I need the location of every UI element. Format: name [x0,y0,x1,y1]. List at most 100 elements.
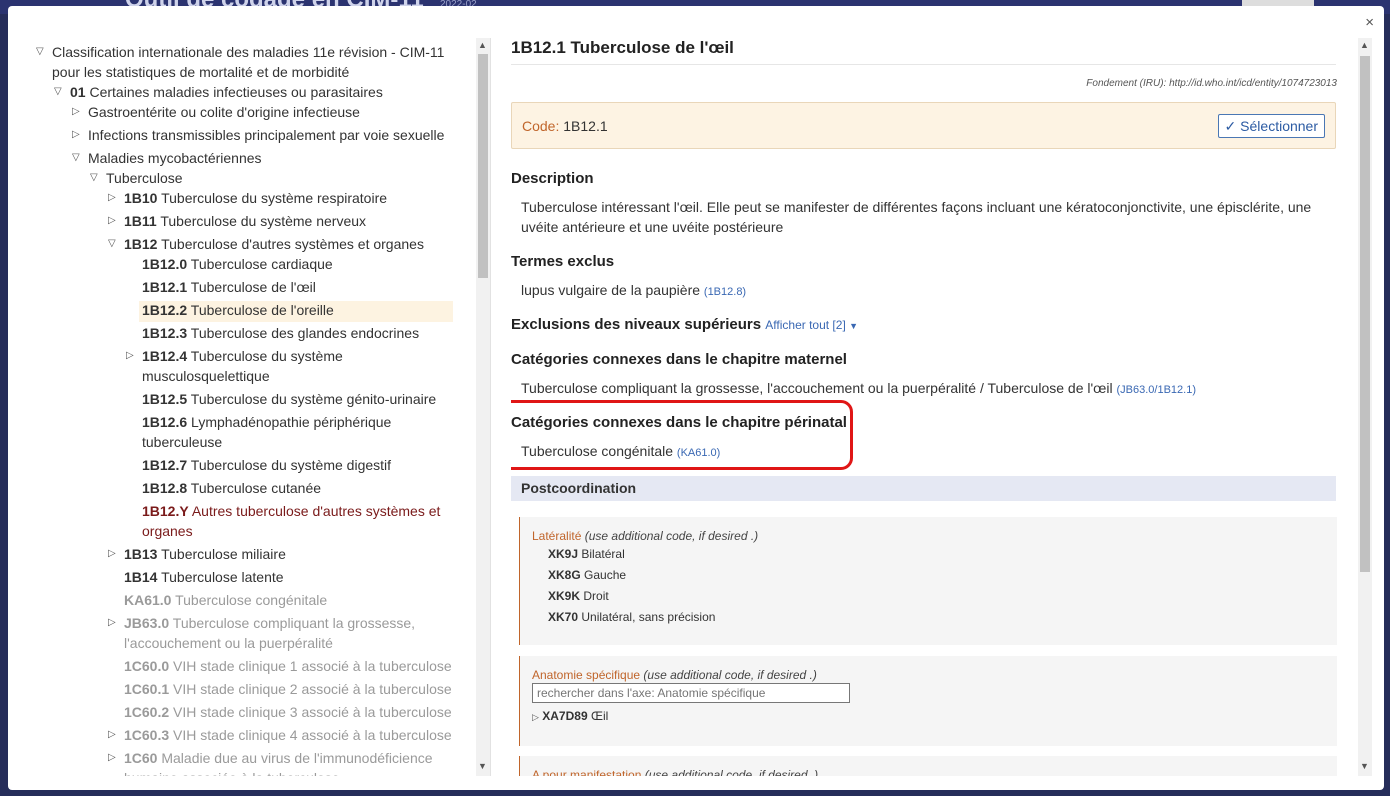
tree-item[interactable]: ▷ Infections transmissibles principaleme… [72,125,444,145]
maternal-code-link[interactable]: (JB63.0/1B12.1) [1116,384,1196,396]
axis-option-label: Bilatéral [581,547,625,561]
axis-title: A pour manifestation (use additional cod… [532,768,818,776]
scroll-up-arrow-icon[interactable]: ▲ [478,40,487,50]
tree-item-label: VIH stade clinique 2 associé à la tuberc… [173,681,452,697]
scroll-down-arrow-icon[interactable]: ▼ [1360,761,1369,771]
tree-item[interactable]: 1B12.8 Tuberculose cutanée [142,478,321,498]
tree-item[interactable]: KA61.0 Tuberculose congénitale [124,590,327,610]
tree-item[interactable]: ▽ Tuberculose [90,168,183,188]
select-button[interactable]: ✓ Sélectionner [1217,114,1325,138]
axis-option[interactable]: XK70 Unilatéral, sans précision [548,610,715,624]
tree-item-code: 1B12.Y [142,503,189,519]
tree-item[interactable]: ▷ Gastroentérite ou colite d'origine inf… [72,102,360,122]
expand-triangle-icon[interactable]: ▷ [108,544,116,564]
postcoordination-title: Postcoordination [521,480,637,496]
axis-search-input[interactable] [532,683,850,703]
show-all-link[interactable]: Afficher tout [2] ▼ [765,318,858,332]
close-icon[interactable]: × [1365,14,1374,31]
tree-item-label: Tuberculose miliaire [161,546,286,562]
tree-item[interactable]: ▷ 1B10 Tuberculose du système respiratoi… [108,188,387,208]
tree-item-code: 1B12.8 [142,480,188,496]
tree-item-code: 1B12.0 [142,256,188,272]
detail-scrollbar-thumb[interactable] [1360,56,1370,572]
tree-item-code: 1B13 [124,546,158,562]
perinatal-heading: Catégories connexes dans le chapitre pér… [511,414,847,431]
tree-item[interactable]: 1C60.2 VIH stade clinique 3 associé à la… [124,702,452,722]
tree-item-chapter-01[interactable]: ▽ 01 Certaines maladies infectieuses ou … [54,82,383,102]
tree-item[interactable]: 1B14 Tuberculose latente [124,567,284,587]
axis-option[interactable]: ▷ XA7D89 Œil [532,709,608,723]
tree-item[interactable]: ▷ 1C60 Maladie due au virus de l'immunod… [108,748,458,776]
axis-option[interactable]: XK9J Bilatéral [548,547,625,561]
tree-item-label: Maladie due au virus de l'immunodéficien… [124,750,433,776]
code-box: Code: 1B12.1 ✓ Sélectionner [511,102,1336,149]
collapse-triangle-icon[interactable]: ▽ [54,82,62,102]
collapse-triangle-icon[interactable]: ▽ [36,42,44,62]
expand-triangle-icon[interactable]: ▷ [72,102,80,122]
maternal-heading: Catégories connexes dans le chapitre mat… [511,351,847,368]
tree-root-label: Classification internationale des maladi… [52,44,445,80]
expand-triangle-icon[interactable]: ▷ [126,346,134,366]
tree-item-label: Tuberculose des glandes endocrines [190,325,420,341]
tree-item[interactable]: 1B12.0 Tuberculose cardiaque [142,254,333,274]
description-text: Tuberculose intéressant l'œil. Elle peut… [521,199,1312,235]
axis-hint: (use additional code, if desired .) [644,768,819,776]
tree-item-code: 1B12.3 [142,325,188,341]
axis-has-manifestation: A pour manifestation (use additional cod… [519,756,1337,776]
expand-triangle-icon[interactable]: ▷ [108,613,116,633]
tree-item[interactable]: ▷ JB63.0 Tuberculose compliquant la gros… [108,613,458,653]
tree-item[interactable]: 1B12.6 Lymphadénopathie périphérique tub… [142,412,462,452]
maternal-item: Tuberculose compliquant la grossesse, l'… [521,378,1196,400]
tree-item[interactable]: 1B12.2 Tuberculose de l'oreille [142,300,334,320]
tree-item[interactable]: 1B12.Y Autres tuberculose d'autres systè… [142,501,462,541]
tree-item[interactable]: 1C60.0 VIH stade clinique 1 associé à la… [124,656,452,676]
axis-title: Latéralité (use additional code, if desi… [532,529,758,543]
expand-triangle-icon[interactable]: ▷ [72,125,80,145]
tree-scrollbar-thumb[interactable] [478,54,488,278]
higher-exclusions-heading: Exclusions des niveaux supérieurs Affich… [511,316,858,333]
tree-item-code: KA61.0 [124,592,172,608]
entity-browser-modal: × ▽ Classification internationale des ma… [8,6,1384,790]
tree-item-code: 1B12.6 [142,414,188,430]
collapse-triangle-icon[interactable]: ▽ [90,168,98,188]
collapse-triangle-icon[interactable]: ▽ [108,234,116,254]
tree-item[interactable]: 1C60.1 VIH stade clinique 2 associé à la… [124,679,452,699]
scroll-up-arrow-icon[interactable]: ▲ [1360,40,1369,50]
tree-item[interactable]: 1B12.3 Tuberculose des glandes endocrine… [142,323,419,343]
tree-item-label: Tuberculose du système génito-urinaire [190,391,437,407]
perinatal-code-link[interactable]: (KA61.0) [677,447,720,459]
tree-item-code: 1C60.2 [124,704,170,720]
tree-item-code: 1B12.1 [142,279,188,295]
expand-triangle-icon[interactable]: ▷ [108,748,116,768]
axis-hint: (use additional code, if desired .) [584,529,759,543]
axis-option[interactable]: XK8G Gauche [548,568,626,582]
excluded-item: lupus vulgaire de la paupière (1B12.8) [521,280,746,302]
tree-item[interactable]: ▷ 1B13 Tuberculose miliaire [108,544,286,564]
tree-root[interactable]: ▽ Classification internationale des mala… [36,42,456,82]
postcoordination-header: Postcoordination [511,476,1336,501]
axis-hint: (use additional code, if desired .) [643,668,817,682]
tree-item-code: 1B12.5 [142,391,188,407]
tree-item-label: Infections transmissibles principalement… [88,127,445,143]
code-label: Code: 1B12.1 [522,118,608,134]
tree-item-label: Tuberculose [106,170,183,186]
expand-triangle-icon[interactable]: ▷ [108,211,116,231]
tree-item[interactable]: ▽ Maladies mycobactériennes [72,148,262,168]
tree-item[interactable]: ▷ 1B12.4 Tuberculose du système musculos… [126,346,446,386]
tree-item[interactable]: 1B12.5 Tuberculose du système génito-uri… [142,389,436,409]
tree-item-label: Tuberculose d'autres systèmes et organes [161,236,424,252]
expand-triangle-icon[interactable]: ▷ [108,725,116,745]
tree-item-code: 1B11 [124,213,157,229]
scroll-down-arrow-icon[interactable]: ▼ [478,761,487,771]
collapse-triangle-icon[interactable]: ▽ [72,148,80,168]
tree-item[interactable]: ▷ 1B11 Tuberculose du système nerveux [108,211,366,231]
description-heading: Description [511,170,594,187]
excluded-code-link[interactable]: (1B12.8) [704,286,746,298]
tree-item[interactable]: ▽ 1B12 Tuberculose d'autres systèmes et … [108,234,424,254]
expand-triangle-icon[interactable]: ▷ [532,712,539,722]
tree-item-selected[interactable]: 1B12.1 Tuberculose de l'œil [142,277,316,297]
tree-item[interactable]: ▷ 1C60.3 VIH stade clinique 4 associé à … [108,725,452,745]
axis-option[interactable]: XK9K Droit [548,589,609,603]
tree-item[interactable]: 1B12.7 Tuberculose du système digestif [142,455,391,475]
expand-triangle-icon[interactable]: ▷ [108,188,116,208]
